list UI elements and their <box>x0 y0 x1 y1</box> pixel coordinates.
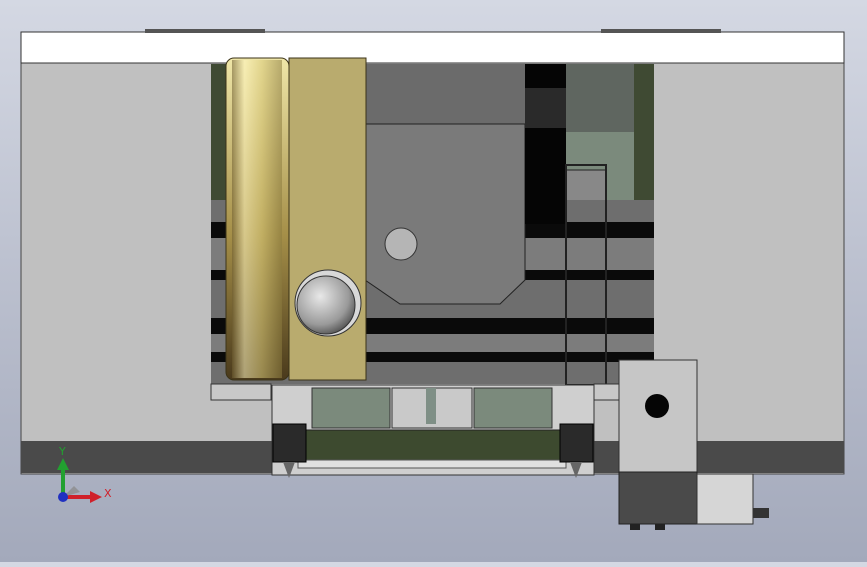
top-cover <box>20 31 845 64</box>
carriage <box>364 123 526 305</box>
cad-viewport[interactable]: Y X <box>0 0 867 562</box>
pedestal-base-dark <box>299 429 565 461</box>
shaft <box>426 388 436 424</box>
black-cylinder-highlight <box>525 88 566 128</box>
top-tab-right <box>601 29 721 33</box>
pedestal-green-left <box>311 387 391 429</box>
motor-connector <box>753 508 769 518</box>
motor-screw-1 <box>630 524 640 530</box>
axis-y-label: Y <box>58 445 66 458</box>
inner-panel-gray <box>365 64 525 124</box>
carriage-hole <box>384 227 418 261</box>
motor-port <box>645 394 669 418</box>
motor-side <box>696 473 754 525</box>
model-drawing: Y X <box>20 29 845 530</box>
top-tab-left <box>145 29 265 33</box>
motor-base <box>618 471 698 525</box>
brass-rim-shine <box>232 60 282 378</box>
motor-screw-2 <box>655 524 665 530</box>
pedestal-white-plate <box>297 459 567 469</box>
axis-x-label: X <box>104 487 112 500</box>
pedestal-green-right <box>473 387 553 429</box>
foot-left <box>272 423 307 463</box>
knob <box>296 275 356 335</box>
inner-right-block <box>566 64 634 132</box>
foot-right <box>559 423 594 463</box>
ledge-left <box>210 383 272 401</box>
